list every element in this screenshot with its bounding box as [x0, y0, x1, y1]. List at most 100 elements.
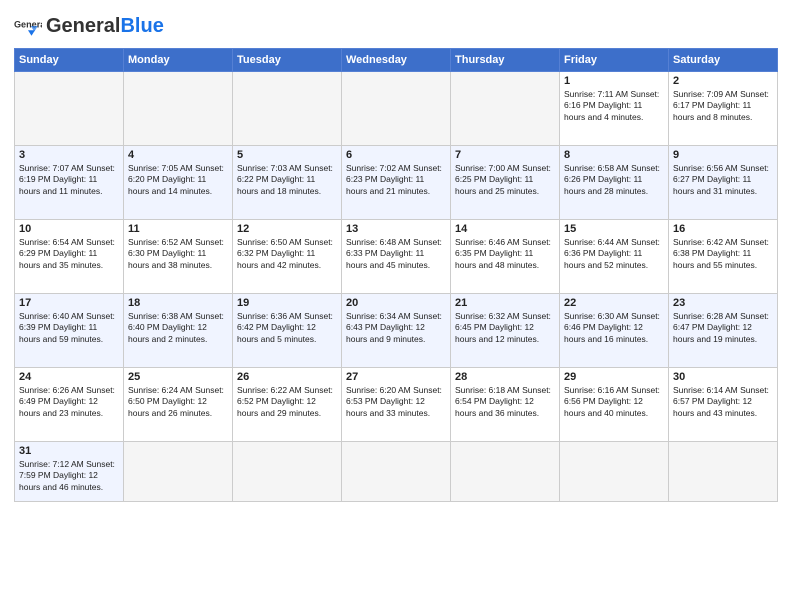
calendar-cell: 3Sunrise: 7:07 AM Sunset: 6:19 PM Daylig…: [15, 146, 124, 220]
calendar-cell: 19 Sunrise: 6:36 AM Sunset: 6:42 PM Dayli…: [233, 294, 342, 368]
day-sun-info: Sunrise: 6:44 AM Sunset: 6:36 PM Dayligh…: [564, 237, 664, 271]
day-sun-info: Sunrise: 6:30 AM Sunset: 6:46 PM Dayligh…: [564, 311, 664, 345]
weekday-header-friday: Friday: [560, 49, 669, 72]
weekday-header-thursday: Thursday: [451, 49, 560, 72]
calendar-cell: [124, 442, 233, 502]
day-sun-info: Sunrise: 6:14 AM Sunset: 6:57 PM Dayligh…: [673, 385, 773, 419]
calendar-cell: [451, 72, 560, 146]
logo: General GeneralBlue: [14, 12, 164, 40]
day-sun-info: Sunrise: 7:11 AM Sunset: 6:16 PM Dayligh…: [564, 89, 664, 123]
calendar-cell: 14 Sunrise: 6:46 AM Sunset: 6:35 PM Dayli…: [451, 220, 560, 294]
logo-text: GeneralBlue: [46, 15, 164, 38]
day-sun-info: Sunrise: 7:05 AM Sunset: 6:20 PM Dayligh…: [128, 163, 228, 197]
day-sun-info: Sunrise: 6:48 AM Sunset: 6:33 PM Dayligh…: [346, 237, 446, 271]
day-sun-info: Sunrise: 6:26 AM Sunset: 6:49 PM Dayligh…: [19, 385, 119, 419]
calendar-cell: 6Sunrise: 7:02 AM Sunset: 6:23 PM Daylig…: [342, 146, 451, 220]
day-number: 25: [128, 371, 228, 383]
day-number: 30: [673, 371, 773, 383]
week-row-5: 31 Sunrise: 7:12 AM Sunset: 7:59 PM Dayli…: [15, 442, 778, 502]
day-sun-info: Sunrise: 7:00 AM Sunset: 6:25 PM Dayligh…: [455, 163, 555, 197]
day-number: 12: [237, 223, 337, 235]
calendar-cell: 28Sunrise: 6:18 AM Sunset: 6:54 PM Dayli…: [451, 368, 560, 442]
day-number: 31: [19, 445, 119, 457]
week-row-2: 10 Sunrise: 6:54 AM Sunset: 6:29 PM Dayli…: [15, 220, 778, 294]
calendar-cell: 24Sunrise: 6:26 AM Sunset: 6:49 PM Dayli…: [15, 368, 124, 442]
day-sun-info: Sunrise: 6:58 AM Sunset: 6:26 PM Dayligh…: [564, 163, 664, 197]
day-number: 26: [237, 371, 337, 383]
calendar-cell: 10 Sunrise: 6:54 AM Sunset: 6:29 PM Dayli…: [15, 220, 124, 294]
day-number: 22: [564, 297, 664, 309]
day-sun-info: Sunrise: 7:12 AM Sunset: 7:59 PM Dayligh…: [19, 459, 119, 493]
day-number: 8: [564, 149, 664, 161]
day-sun-info: Sunrise: 6:18 AM Sunset: 6:54 PM Dayligh…: [455, 385, 555, 419]
day-number: 14: [455, 223, 555, 235]
day-sun-info: Sunrise: 6:36 AM Sunset: 6:42 PM Dayligh…: [237, 311, 337, 345]
calendar-cell: 17 Sunrise: 6:40 AM Sunset: 6:39 PM Dayli…: [15, 294, 124, 368]
calendar-cell: 20 Sunrise: 6:34 AM Sunset: 6:43 PM Dayli…: [342, 294, 451, 368]
calendar-cell: 27Sunrise: 6:20 AM Sunset: 6:53 PM Dayli…: [342, 368, 451, 442]
day-sun-info: Sunrise: 6:24 AM Sunset: 6:50 PM Dayligh…: [128, 385, 228, 419]
day-sun-info: Sunrise: 6:50 AM Sunset: 6:32 PM Dayligh…: [237, 237, 337, 271]
day-number: 10: [19, 223, 119, 235]
calendar-cell: [124, 72, 233, 146]
generalblue-logo-icon: General: [14, 12, 42, 40]
weekday-header-saturday: Saturday: [669, 49, 778, 72]
day-sun-info: Sunrise: 6:42 AM Sunset: 6:38 PM Dayligh…: [673, 237, 773, 271]
day-sun-info: Sunrise: 6:56 AM Sunset: 6:27 PM Dayligh…: [673, 163, 773, 197]
day-number: 9: [673, 149, 773, 161]
calendar-cell: 16 Sunrise: 6:42 AM Sunset: 6:38 PM Dayli…: [669, 220, 778, 294]
weekday-header-sunday: Sunday: [15, 49, 124, 72]
day-number: 29: [564, 371, 664, 383]
calendar-cell: 13 Sunrise: 6:48 AM Sunset: 6:33 PM Dayli…: [342, 220, 451, 294]
calendar-cell: 23 Sunrise: 6:28 AM Sunset: 6:47 PM Dayli…: [669, 294, 778, 368]
day-number: 23: [673, 297, 773, 309]
day-number: 1: [564, 75, 664, 87]
header: General GeneralBlue: [14, 12, 778, 40]
calendar-cell: 8 Sunrise: 6:58 AM Sunset: 6:26 PM Daylig…: [560, 146, 669, 220]
day-number: 27: [346, 371, 446, 383]
calendar-cell: 9 Sunrise: 6:56 AM Sunset: 6:27 PM Daylig…: [669, 146, 778, 220]
day-sun-info: Sunrise: 6:16 AM Sunset: 6:56 PM Dayligh…: [564, 385, 664, 419]
calendar-cell: 2 Sunrise: 7:09 AM Sunset: 6:17 PM Daylig…: [669, 72, 778, 146]
calendar-cell: 4 Sunrise: 7:05 AM Sunset: 6:20 PM Daylig…: [124, 146, 233, 220]
day-sun-info: Sunrise: 6:34 AM Sunset: 6:43 PM Dayligh…: [346, 311, 446, 345]
calendar-cell: [233, 72, 342, 146]
calendar-cell: 21Sunrise: 6:32 AM Sunset: 6:45 PM Dayli…: [451, 294, 560, 368]
day-number: 11: [128, 223, 228, 235]
calendar-table: SundayMondayTuesdayWednesdayThursdayFrid…: [14, 48, 778, 502]
calendar-cell: 1 Sunrise: 7:11 AM Sunset: 6:16 PM Daylig…: [560, 72, 669, 146]
svg-text:General: General: [14, 19, 42, 29]
calendar-cell: 31 Sunrise: 7:12 AM Sunset: 7:59 PM Dayli…: [15, 442, 124, 502]
calendar-cell: 7Sunrise: 7:00 AM Sunset: 6:25 PM Daylig…: [451, 146, 560, 220]
calendar-cell: [451, 442, 560, 502]
calendar-cell: [233, 442, 342, 502]
day-number: 2: [673, 75, 773, 87]
day-number: 20: [346, 297, 446, 309]
day-number: 17: [19, 297, 119, 309]
day-number: 4: [128, 149, 228, 161]
day-sun-info: Sunrise: 6:40 AM Sunset: 6:39 PM Dayligh…: [19, 311, 119, 345]
day-sun-info: Sunrise: 6:22 AM Sunset: 6:52 PM Dayligh…: [237, 385, 337, 419]
day-number: 3: [19, 149, 119, 161]
day-number: 19: [237, 297, 337, 309]
week-row-4: 24Sunrise: 6:26 AM Sunset: 6:49 PM Dayli…: [15, 368, 778, 442]
calendar-cell: 22 Sunrise: 6:30 AM Sunset: 6:46 PM Dayli…: [560, 294, 669, 368]
calendar-cell: 26 Sunrise: 6:22 AM Sunset: 6:52 PM Dayli…: [233, 368, 342, 442]
calendar-cell: [342, 72, 451, 146]
day-number: 6: [346, 149, 446, 161]
day-sun-info: Sunrise: 6:54 AM Sunset: 6:29 PM Dayligh…: [19, 237, 119, 271]
day-sun-info: Sunrise: 6:46 AM Sunset: 6:35 PM Dayligh…: [455, 237, 555, 271]
week-row-3: 17 Sunrise: 6:40 AM Sunset: 6:39 PM Dayli…: [15, 294, 778, 368]
calendar-cell: 5Sunrise: 7:03 AM Sunset: 6:22 PM Daylig…: [233, 146, 342, 220]
day-sun-info: Sunrise: 6:28 AM Sunset: 6:47 PM Dayligh…: [673, 311, 773, 345]
calendar-cell: 29 Sunrise: 6:16 AM Sunset: 6:56 PM Dayli…: [560, 368, 669, 442]
weekday-header-monday: Monday: [124, 49, 233, 72]
day-number: 13: [346, 223, 446, 235]
day-sun-info: Sunrise: 7:09 AM Sunset: 6:17 PM Dayligh…: [673, 89, 773, 123]
day-number: 16: [673, 223, 773, 235]
calendar-cell: 30 Sunrise: 6:14 AM Sunset: 6:57 PM Dayli…: [669, 368, 778, 442]
day-number: 15: [564, 223, 664, 235]
week-row-1: 3Sunrise: 7:07 AM Sunset: 6:19 PM Daylig…: [15, 146, 778, 220]
day-number: 5: [237, 149, 337, 161]
calendar-cell: 11Sunrise: 6:52 AM Sunset: 6:30 PM Dayli…: [124, 220, 233, 294]
